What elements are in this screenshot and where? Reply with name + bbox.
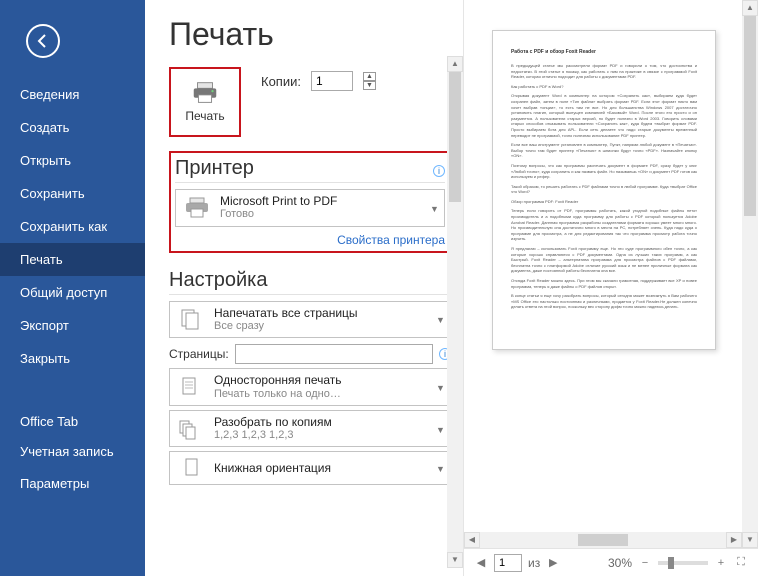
page-of-label: из bbox=[528, 556, 540, 570]
back-button[interactable] bbox=[26, 24, 60, 58]
preview-page-title: Работа с PDF и обзор Foxit Reader bbox=[511, 49, 697, 55]
pages-label: Страницы: bbox=[169, 347, 229, 361]
sides-dropdown[interactable]: Односторонняя печать Печать только на од… bbox=[169, 368, 451, 406]
pages-icon bbox=[176, 307, 206, 331]
sidebar: Сведения Создать Открыть Сохранить Сохра… bbox=[0, 0, 145, 576]
copies-input[interactable] bbox=[311, 71, 353, 91]
fit-page-icon[interactable]: ⛶ bbox=[734, 556, 748, 570]
preview-page: Работа с PDF и обзор Foxit Reader В пред… bbox=[492, 30, 716, 350]
chevron-down-icon: ▼ bbox=[430, 204, 438, 212]
sidebar-item-account[interactable]: Учетная запись bbox=[0, 438, 145, 467]
page-number-input[interactable] bbox=[494, 554, 522, 572]
printer-dropdown[interactable]: Microsoft Print to PDF Готово ▼ bbox=[175, 189, 445, 227]
collate-icon bbox=[176, 417, 206, 441]
portrait-icon bbox=[176, 456, 206, 480]
print-range-sub: Все сразу bbox=[214, 320, 428, 333]
printer-device-icon bbox=[182, 196, 212, 220]
orientation-title: Книжная ориентация bbox=[214, 461, 428, 475]
print-button[interactable]: Печать bbox=[169, 67, 241, 137]
print-range-title: Напечатать все страницы bbox=[214, 306, 428, 320]
printer-icon bbox=[190, 81, 220, 105]
printer-status: Готово bbox=[220, 208, 422, 221]
zoom-in-icon[interactable]: + bbox=[714, 556, 728, 570]
sidebar-item-new[interactable]: Создать bbox=[0, 111, 145, 144]
print-button-label: Печать bbox=[185, 109, 224, 123]
info-icon[interactable]: i bbox=[433, 165, 445, 177]
preview-statusbar: ◀ из ▶ 30% − + ⛶ bbox=[464, 548, 758, 576]
sidebar-item-officetab[interactable]: Office Tab bbox=[0, 405, 145, 438]
preview-h-scroll[interactable]: ◀ ▶ bbox=[464, 532, 742, 548]
print-pane: Печать Печать Копии: ▲▼ bbox=[145, 0, 463, 576]
zoom-level: 30% bbox=[608, 556, 632, 570]
printer-heading: Принтер bbox=[175, 157, 254, 180]
print-range-dropdown[interactable]: Напечатать все страницы Все сразу ▼ bbox=[169, 301, 451, 339]
sides-sub: Печать только на одно… bbox=[214, 388, 428, 401]
sidebar-item-info[interactable]: Сведения bbox=[0, 78, 145, 111]
sidebar-item-print[interactable]: Печать bbox=[0, 243, 145, 276]
sidebar-item-share[interactable]: Общий доступ bbox=[0, 276, 145, 309]
pages-input[interactable] bbox=[235, 344, 433, 364]
oneside-icon bbox=[176, 375, 206, 399]
page-title: Печать bbox=[169, 16, 451, 53]
next-page-icon[interactable]: ▶ bbox=[546, 556, 560, 570]
preview-v-scroll[interactable]: ▲ ▼ bbox=[742, 0, 758, 548]
prev-page-icon[interactable]: ◀ bbox=[474, 556, 488, 570]
sides-title: Односторонняя печать bbox=[214, 373, 428, 387]
chevron-down-icon: ▼ bbox=[436, 383, 444, 391]
collate-dropdown[interactable]: Разобрать по копиям 1,2,3 1,2,3 1,2,3 ▼ bbox=[169, 410, 451, 448]
copies-label: Копии: bbox=[261, 74, 301, 89]
settings-heading: Настройка bbox=[169, 269, 451, 292]
sidebar-item-save[interactable]: Сохранить bbox=[0, 177, 145, 210]
printer-name: Microsoft Print to PDF bbox=[220, 194, 422, 208]
sidebar-item-open[interactable]: Открыть bbox=[0, 144, 145, 177]
zoom-slider[interactable] bbox=[658, 561, 708, 565]
copies-spinner[interactable]: ▲▼ bbox=[363, 72, 376, 90]
sidebar-item-close[interactable]: Закрыть bbox=[0, 342, 145, 375]
printer-properties-link[interactable]: Свойства принтера bbox=[175, 233, 445, 247]
collate-sub: 1,2,3 1,2,3 1,2,3 bbox=[214, 429, 428, 442]
chevron-down-icon: ▼ bbox=[436, 315, 444, 323]
chevron-down-icon: ▼ bbox=[436, 464, 444, 472]
collate-title: Разобрать по копиям bbox=[214, 415, 428, 429]
sidebar-item-export[interactable]: Экспорт bbox=[0, 309, 145, 342]
settings-scrollbar[interactable]: ▲ ▼ bbox=[447, 56, 463, 568]
orientation-dropdown[interactable]: Книжная ориентация ▼ bbox=[169, 451, 451, 485]
zoom-out-icon[interactable]: − bbox=[638, 556, 652, 570]
chevron-down-icon: ▼ bbox=[436, 425, 444, 433]
sidebar-item-options[interactable]: Параметры bbox=[0, 467, 145, 500]
sidebar-item-saveas[interactable]: Сохранить как bbox=[0, 210, 145, 243]
print-preview: Работа с PDF и обзор Foxit Reader В пред… bbox=[463, 0, 758, 576]
